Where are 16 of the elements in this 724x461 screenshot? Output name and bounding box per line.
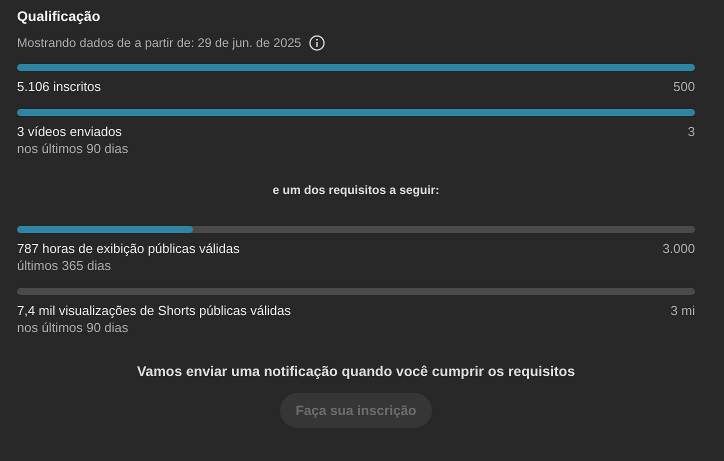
requirement-target: 3.000 [662,241,695,256]
requirement-period: nos últimos 90 dias [17,320,130,335]
info-icon[interactable] [309,35,326,51]
requirement-target: 3 mi [670,303,695,318]
data-note: Mostrando dados de a partir de: 29 de jun. de 2025 [17,36,302,50]
requirement-label: 5.106 inscritos [17,79,101,94]
requirement-target: 3 [688,124,695,139]
requirement-period: nos últimos 90 dias [17,141,130,156]
requirement-target: 500 [673,79,695,94]
separator-text: e um dos requisitos a seguir: [272,183,440,197]
notification-text: Vamos enviar uma notificação quando você cumprir os requisitos [136,363,575,379]
section-title: Qualificação [17,8,102,24]
requirement-label: 7,4 mil visualizações de Shorts públicas válidas [17,303,291,318]
requirement-label: 787 horas de exibição públicas válidas [17,241,240,256]
requirement-period: últimos 365 dias [17,258,112,273]
requirement-label: 3 vídeos enviados [17,124,122,139]
